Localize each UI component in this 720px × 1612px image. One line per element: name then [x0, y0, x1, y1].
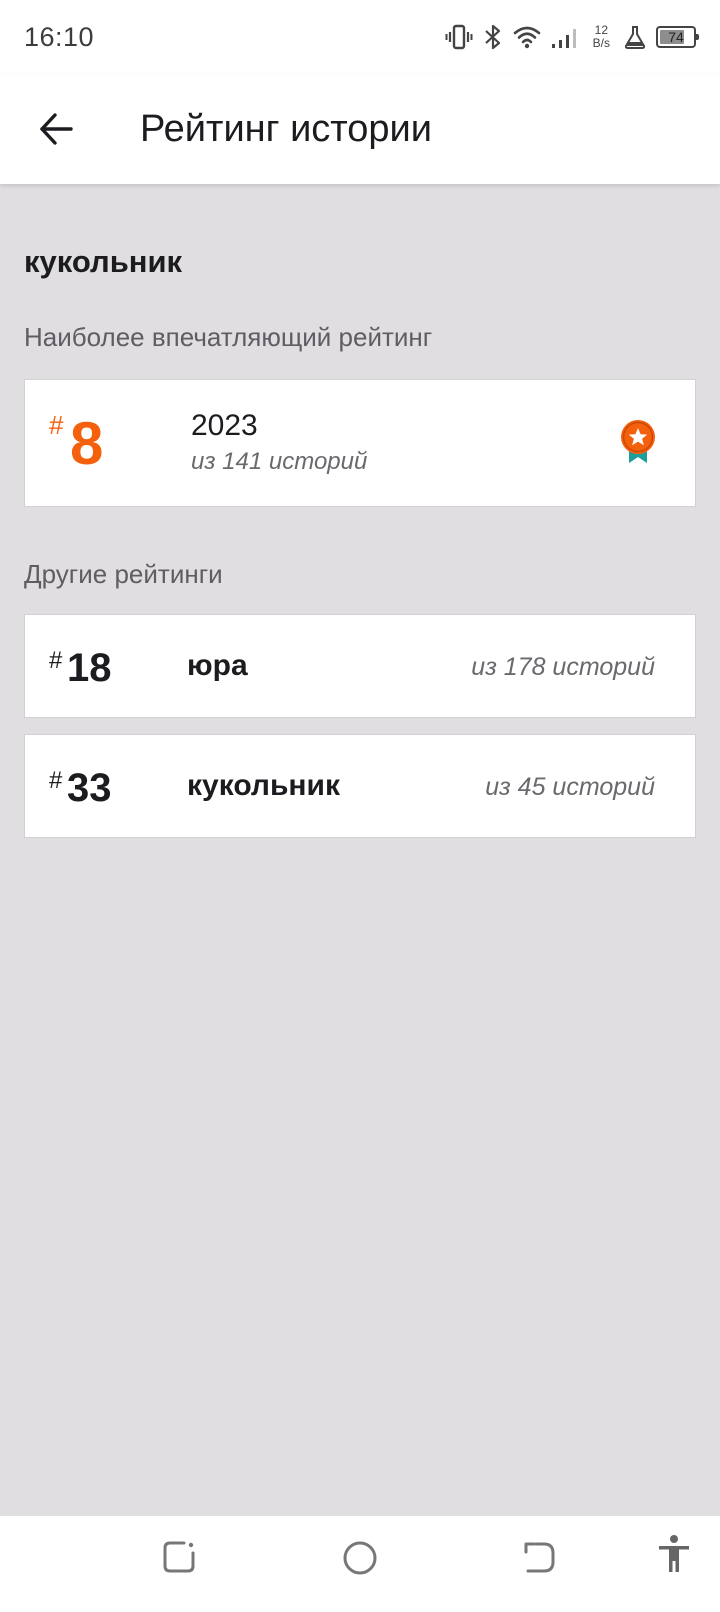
status-icons: 12 B/s 74 [445, 24, 699, 50]
home-button[interactable] [342, 1540, 378, 1581]
page-title: Рейтинг истории [140, 107, 432, 150]
back-nav-icon [524, 1542, 555, 1573]
rank-number: 33 [67, 766, 112, 810]
recent-apps-icon [163, 1541, 195, 1573]
battery-indicator: 74 [656, 26, 699, 48]
content: кукольник Наиболее впечатляющий рейтинг … [24, 184, 696, 838]
rank-hash: # [49, 410, 64, 440]
back-button[interactable] [24, 97, 88, 161]
ranking-total: из 45 историй [485, 773, 655, 801]
rank-number: 8 [70, 410, 104, 477]
ranking-row[interactable]: # 33 кукольник из 45 историй [24, 734, 696, 838]
status-time: 16:10 [24, 21, 95, 52]
wifi-icon [513, 25, 541, 49]
story-name: кукольник [24, 244, 183, 279]
rank-hash: # [49, 647, 63, 674]
bluetooth-icon [483, 24, 503, 50]
arrow-left-icon [40, 113, 73, 145]
ranking-tag: 2023 [191, 409, 258, 442]
ranking-total: из 141 историй [191, 448, 368, 475]
ranking-total: из 178 историй [471, 653, 655, 681]
status-bar: 16:10 12 B/s 74 [0, 0, 720, 74]
rank-hash: # [49, 767, 63, 794]
signal-icon [551, 25, 579, 49]
rank-number: 18 [67, 646, 112, 690]
accessibility-button[interactable] [656, 1534, 692, 1579]
top-ranking-info: 2023 из 141 историй [191, 408, 367, 476]
other-rankings-label: Другие рейтинги [24, 559, 223, 589]
back-nav-button[interactable] [522, 1540, 556, 1579]
app-bar: Рейтинг истории [0, 74, 720, 184]
top-ranking-label: Наиболее впечатляющий рейтинг [24, 322, 433, 352]
lab-flask-icon [624, 25, 646, 49]
accessibility-icon [659, 1535, 689, 1572]
recent-apps-button[interactable] [162, 1540, 196, 1579]
award-ribbon-icon [619, 418, 657, 471]
ranking-tag: юра [187, 649, 248, 682]
vibrate-icon [445, 24, 473, 50]
battery-level-text: 74 [668, 29, 684, 45]
network-speed: 12 B/s [593, 24, 610, 50]
system-navigation-bar [0, 1516, 720, 1612]
ranking-row[interactable]: # 18 юра из 178 историй [24, 614, 696, 718]
top-ranking-card[interactable]: # 8 2023 из 141 историй [24, 379, 696, 507]
ranking-tag: кукольник [187, 769, 340, 802]
home-icon [343, 1541, 377, 1575]
network-speed-unit: B/s [592, 36, 610, 50]
